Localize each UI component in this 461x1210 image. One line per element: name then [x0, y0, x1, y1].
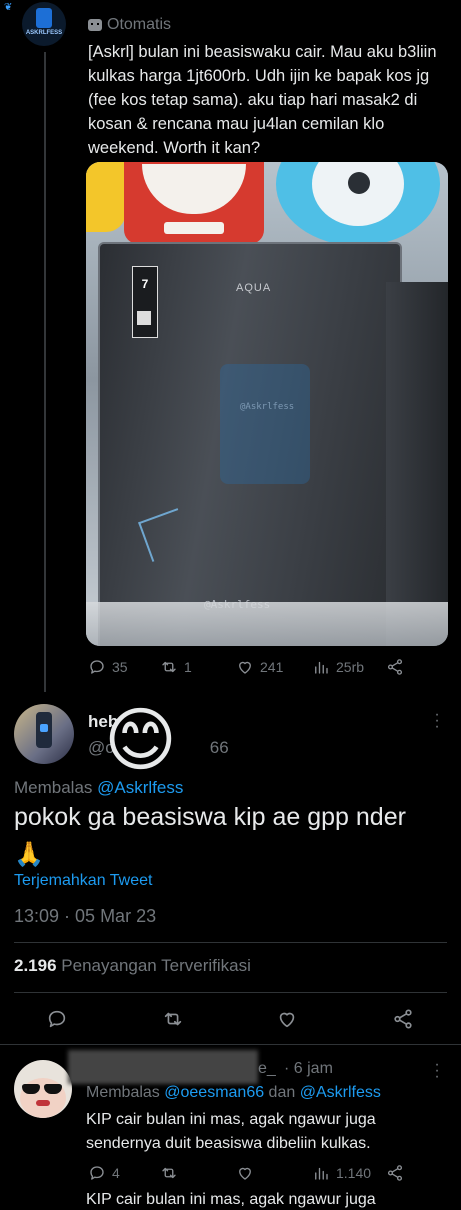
translate-link[interactable]: Terjemahkan Tweet — [14, 872, 152, 890]
tweet-text: pokok ga beasiswa kip ae gpp nder — [14, 803, 406, 831]
retweet-action[interactable] — [160, 1164, 178, 1182]
thread-line — [44, 52, 46, 692]
heart-sticker-icon: ❦ — [4, 2, 13, 13]
retweet-icon — [162, 661, 176, 673]
views-count: 2.196 — [14, 956, 57, 975]
red-fan-image — [124, 162, 264, 244]
avatar-logo-icon — [36, 8, 52, 28]
reply-count: 35 — [112, 659, 128, 675]
username-redacted — [68, 1050, 258, 1084]
tweet-text: [Askrl] bulan ini beasiswaku cair. Mau a… — [88, 43, 437, 157]
reply-to-link-1[interactable]: @oeesman66 — [164, 1084, 264, 1101]
avatar[interactable] — [14, 704, 74, 764]
retweet-count: 1 — [184, 659, 192, 675]
replying-to: Membalas @Askrlfess — [14, 778, 184, 797]
reply-button[interactable] — [46, 1008, 68, 1035]
reply-time[interactable]: · 6 jam — [284, 1060, 333, 1078]
tweet-photo[interactable]: 7 AQUA @Askrlfess @Askrlfess — [86, 162, 448, 646]
heart-icon — [239, 1167, 251, 1180]
tweet-text: KIP cair bulan ini mas, agak ngawur juga… — [86, 1111, 376, 1152]
share-icon — [387, 659, 403, 675]
sticker-emoji: 😊 — [104, 701, 177, 779]
reply-icon — [90, 660, 104, 674]
retweet-button[interactable] — [162, 1008, 184, 1035]
like-button[interactable] — [276, 1008, 298, 1035]
like-count: 241 — [260, 659, 284, 675]
tweet-timestamp[interactable]: 13:09 · 05 Mar 23 — [14, 906, 156, 927]
like-action[interactable]: 241 — [236, 658, 283, 676]
reply-count: 4 — [112, 1165, 120, 1181]
reply-to-link[interactable]: @Askrlfess — [97, 778, 183, 797]
analytics-icon — [315, 661, 328, 674]
avatar[interactable] — [14, 1060, 72, 1118]
cutoff-tweet-text: KIP cair bulan ini mas, agak ngawur juga — [86, 1191, 376, 1208]
reply-icon — [90, 1166, 104, 1180]
reply-action[interactable]: 35 — [88, 658, 128, 676]
sunglasses-icon — [22, 1084, 64, 1094]
avatar[interactable]: ASKRLFESS — [22, 2, 66, 46]
heart-icon — [239, 661, 251, 674]
divider — [14, 942, 447, 943]
yellow-fan-image — [86, 162, 126, 232]
more-options-icon[interactable]: · · · — [432, 1057, 442, 1085]
analytics-icon — [315, 1167, 328, 1180]
retweet-action[interactable]: 1 — [160, 658, 192, 676]
views-action[interactable]: 1.140 — [312, 1164, 371, 1182]
pray-emoji: 🙏 — [14, 841, 44, 868]
share-icon — [387, 1165, 403, 1181]
divider — [0, 1044, 461, 1045]
reply-action[interactable]: 4 — [88, 1164, 120, 1182]
automated-label-text: Otomatis — [107, 16, 172, 33]
automated-label: Otomatis — [88, 16, 171, 34]
views-count: 25rb — [336, 659, 365, 675]
energy-label: 7 — [132, 266, 158, 338]
retweet-icon — [162, 1167, 176, 1179]
robot-icon — [88, 19, 102, 31]
divider — [14, 992, 447, 993]
retweet-icon — [164, 1012, 182, 1026]
reply-to-link-2[interactable]: @Askrlfess — [300, 1084, 381, 1101]
share-button[interactable] — [392, 1008, 414, 1035]
heart-icon — [279, 1012, 295, 1028]
username-tail[interactable]: e_ — [258, 1060, 276, 1078]
replying-to: Membalas @oeesman66 dan @Askrlfess — [86, 1084, 381, 1101]
share-action[interactable] — [386, 658, 404, 676]
views-label: Penayangan Terverifikasi — [61, 956, 251, 975]
like-action[interactable] — [236, 1164, 254, 1182]
views-summary: 2.196 Penayangan Terverifikasi — [14, 956, 251, 976]
fridge-image: 7 AQUA @Askrlfess @Askrlfess — [98, 242, 402, 646]
fridge-brand: AQUA — [236, 282, 272, 294]
share-action[interactable] — [386, 1164, 404, 1182]
blue-fan-image — [272, 162, 444, 250]
reply-icon — [48, 1010, 66, 1028]
more-options-icon[interactable]: · · · — [432, 707, 442, 735]
views-count: 1.140 — [336, 1165, 372, 1181]
views-action[interactable]: 25rb — [312, 658, 364, 676]
share-icon — [394, 1009, 412, 1029]
avatar-text: ASKRLFESS — [25, 30, 63, 36]
